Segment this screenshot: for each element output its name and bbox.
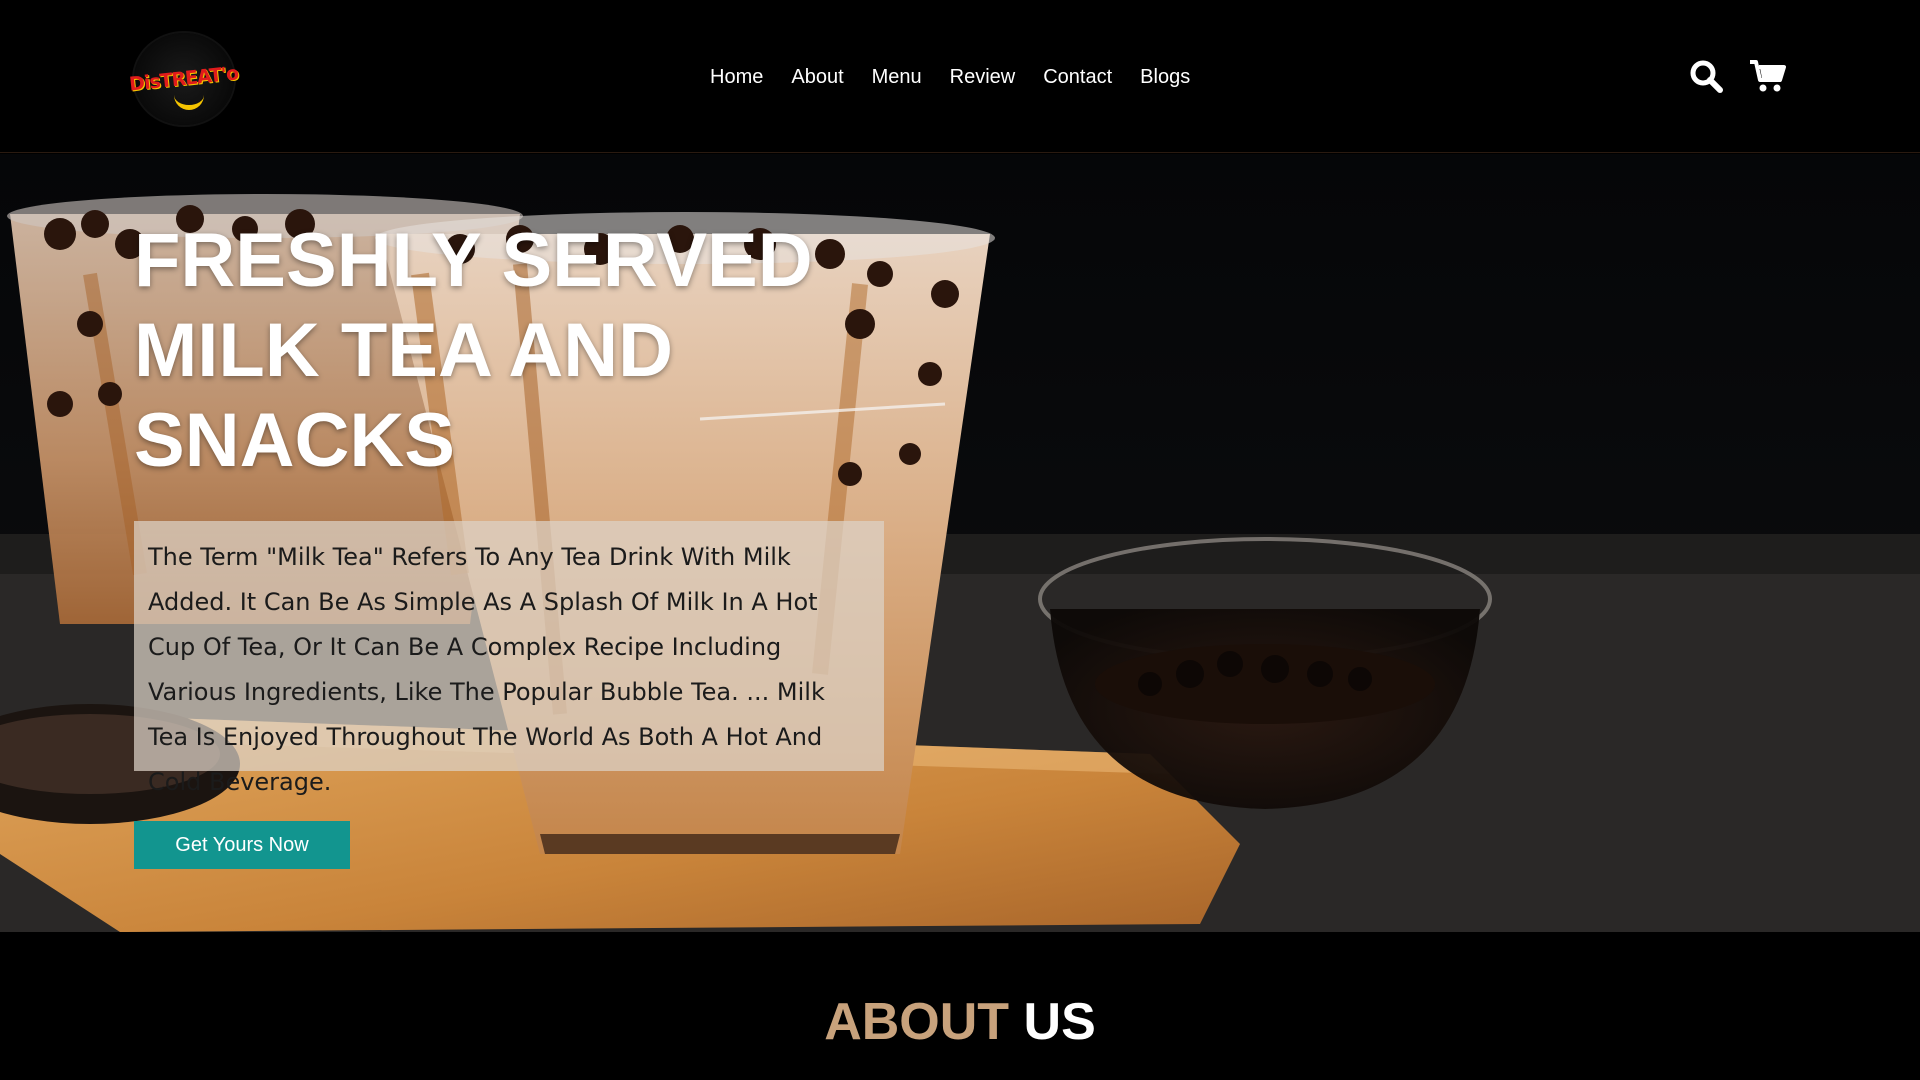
- site-header: DisTREAT'o Home About Menu Review Contac…: [0, 0, 1920, 153]
- nav-home[interactable]: Home: [710, 64, 763, 90]
- hero-title: FRESHLY SERVED MILK TEA AND SNACKS: [134, 218, 813, 483]
- about-heading-accent: ABOUT: [824, 993, 1010, 1051]
- main-nav: Home About Menu Review Contact Blogs: [710, 64, 1190, 90]
- nav-about[interactable]: About: [791, 64, 843, 90]
- logo-swoosh-icon: [174, 88, 204, 110]
- cart-icon[interactable]: [1748, 58, 1786, 94]
- search-icon[interactable]: [1688, 58, 1724, 94]
- brand-logo[interactable]: DisTREAT'o: [129, 33, 239, 125]
- nav-menu[interactable]: Menu: [872, 64, 922, 90]
- about-us-heading: ABOUT US: [0, 992, 1920, 1052]
- nav-blogs[interactable]: Blogs: [1140, 64, 1190, 90]
- hero-description: The Term "Milk Tea" Refers To Any Tea Dr…: [134, 521, 884, 796]
- about-heading-rest: US: [1023, 993, 1096, 1051]
- hero-section: FRESHLY SERVED MILK TEA AND SNACKS The T…: [0, 154, 1920, 932]
- nav-review[interactable]: Review: [950, 64, 1016, 90]
- nav-contact[interactable]: Contact: [1043, 64, 1112, 90]
- get-yours-now-button[interactable]: Get Yours Now: [134, 821, 350, 869]
